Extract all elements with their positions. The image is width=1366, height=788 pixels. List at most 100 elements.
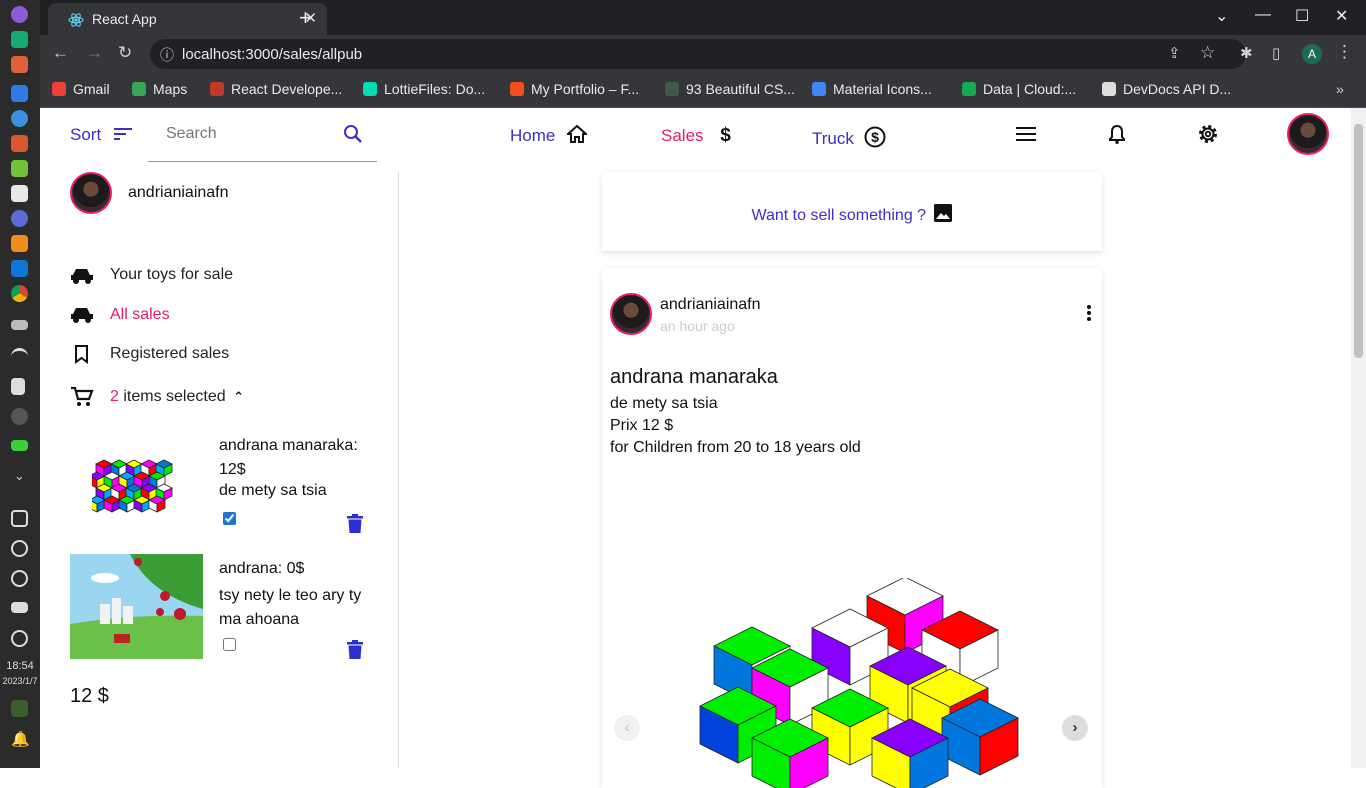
app-icon[interactable] (11, 56, 28, 73)
extensions-icon[interactable]: ✱ (1240, 44, 1253, 62)
maximize-icon[interactable]: ☐ (1295, 6, 1309, 26)
bookmark-favicon-icon (812, 82, 826, 96)
image-icon (933, 204, 952, 222)
chevron-down-icon[interactable]: ⌄ (1215, 6, 1228, 26)
back-icon[interactable]: ← (52, 43, 69, 63)
wifi-icon[interactable] (11, 348, 28, 365)
keyboard-icon[interactable] (11, 602, 28, 613)
bookmark-favicon-icon (363, 82, 377, 96)
search-icon[interactable] (11, 570, 28, 587)
delete-icon[interactable] (346, 514, 364, 534)
page-scrollbar[interactable] (1351, 108, 1366, 768)
bookmark-item[interactable]: React Develope... (210, 81, 342, 97)
menu-icon[interactable] (1016, 126, 1036, 142)
scrollbar-thumb[interactable] (1354, 124, 1363, 358)
cart-item-title: andrana manaraka: 12$ (219, 437, 358, 478)
cart-item-title: andrana: 0$ (219, 560, 305, 577)
nav-sales[interactable]: Sales $ (661, 125, 731, 147)
reload-icon[interactable]: ↻ (118, 43, 132, 63)
search-field[interactable] (148, 114, 377, 162)
bookmark-item[interactable]: Gmail (52, 81, 110, 97)
app-icon[interactable] (11, 700, 28, 717)
app-page: Sort Home Sales $ Truck $ (40, 108, 1351, 788)
sidepanel-icon[interactable]: ▯ (1272, 44, 1280, 62)
share-icon[interactable]: ⇪ (1168, 44, 1181, 62)
app-icon[interactable] (11, 135, 28, 152)
search-icon[interactable] (343, 124, 363, 144)
bookmark-item[interactable]: LottieFiles: Do... (363, 81, 485, 97)
app-icon[interactable] (11, 6, 28, 23)
delete-icon[interactable] (346, 640, 364, 660)
chevron-down-icon[interactable]: ⌄ (11, 468, 28, 485)
bookmark-item[interactable]: DevDocs API D... (1102, 81, 1231, 97)
volume-icon[interactable] (11, 378, 25, 395)
react-icon (68, 13, 84, 27)
close-window-icon[interactable]: ✕ (1335, 6, 1348, 26)
bookmark-label: 93 Beautiful CS... (686, 81, 795, 97)
carousel-next-button[interactable]: › (1062, 715, 1088, 741)
cart-item-checkbox[interactable] (223, 638, 236, 651)
bookmark-icon (75, 345, 88, 364)
monitor-icon[interactable] (11, 540, 28, 557)
sidebar-avatar[interactable] (70, 172, 112, 214)
bookmark-item[interactable]: Maps (132, 81, 187, 97)
address-bar[interactable]: ⓘ localhost:3000/sales/allpub ⇪ ☆ (150, 39, 1246, 69)
app-icon[interactable] (11, 31, 28, 48)
clock-date: 2023/1/7 (2, 676, 38, 686)
bookmark-label: React Develope... (231, 81, 343, 97)
chrome-icon[interactable] (11, 285, 28, 302)
bookmark-item[interactable]: Material Icons... (812, 81, 932, 97)
post-avatar[interactable] (610, 293, 652, 335)
nav-truck[interactable]: Truck $ (812, 125, 887, 149)
forward-icon[interactable]: → (86, 43, 103, 63)
bookmark-item[interactable]: Data | Cloud:... (962, 81, 1076, 97)
app-icon[interactable] (11, 85, 28, 102)
bookmarks-bar: » Gmail Maps React Develope... LottieFiles:… (40, 73, 1366, 108)
calendar-icon[interactable] (11, 185, 28, 202)
screenshot-icon[interactable] (11, 510, 28, 527)
sell-prompt-card[interactable]: Want to sell something ? (602, 172, 1102, 251)
tab-title: React App (92, 11, 157, 27)
cart-item-checkbox[interactable] (223, 512, 236, 525)
carousel-prev-button[interactable]: ‹ (614, 715, 640, 741)
menu-dots-icon[interactable]: ⋮ (1336, 42, 1353, 62)
post-author: andrianiainafn (660, 296, 761, 313)
new-tab-icon[interactable]: + (299, 5, 312, 31)
sort-button[interactable]: Sort (70, 125, 134, 145)
power-icon[interactable] (11, 630, 28, 647)
settings-icon[interactable] (11, 210, 28, 227)
bookmark-item[interactable]: 93 Beautiful CS... (665, 81, 795, 97)
nav-home-label: Home (510, 126, 556, 145)
more-bookmarks-icon[interactable]: » (1336, 81, 1344, 97)
battery-icon (11, 440, 28, 451)
cart-item: andrana manaraka: 12$ de mety sa tsia (70, 428, 370, 534)
nav-sales-label: Sales (661, 126, 704, 145)
user-avatar[interactable] (1287, 113, 1329, 155)
cart-total: 12 $ (70, 685, 109, 707)
bell-icon[interactable] (1108, 124, 1126, 144)
keyboard-icon[interactable] (11, 320, 28, 330)
bluetooth-icon[interactable] (11, 408, 28, 425)
info-icon[interactable]: ⓘ (160, 45, 174, 65)
cart-icon (71, 386, 94, 406)
app-icon[interactable] (11, 235, 28, 252)
star-icon[interactable]: ☆ (1200, 43, 1215, 63)
bookmark-item[interactable]: My Portfolio – F... (510, 81, 639, 97)
vscode-icon[interactable] (11, 260, 28, 277)
minimize-icon[interactable]: — (1255, 6, 1271, 24)
sort-icon (113, 128, 132, 140)
app-icon[interactable] (11, 160, 28, 177)
profile-avatar[interactable]: A (1302, 44, 1322, 64)
post-image (699, 578, 1019, 788)
gear-icon[interactable] (1197, 123, 1219, 145)
cart-count: 2 (110, 388, 119, 405)
sidebar-item-label: Registered sales (110, 345, 230, 362)
bookmark-label: Data | Cloud:... (983, 81, 1077, 97)
browser-tab[interactable]: React App ✕ (48, 3, 327, 35)
more-options-icon[interactable] (1086, 304, 1092, 322)
search-input[interactable] (148, 122, 328, 146)
app-icon[interactable] (11, 110, 28, 127)
nav-home[interactable]: Home (510, 124, 589, 146)
cart-item-desc: tsy nety le teo ary ty ma ahoana (219, 587, 362, 628)
bell-icon[interactable]: 🔔 (11, 730, 30, 748)
